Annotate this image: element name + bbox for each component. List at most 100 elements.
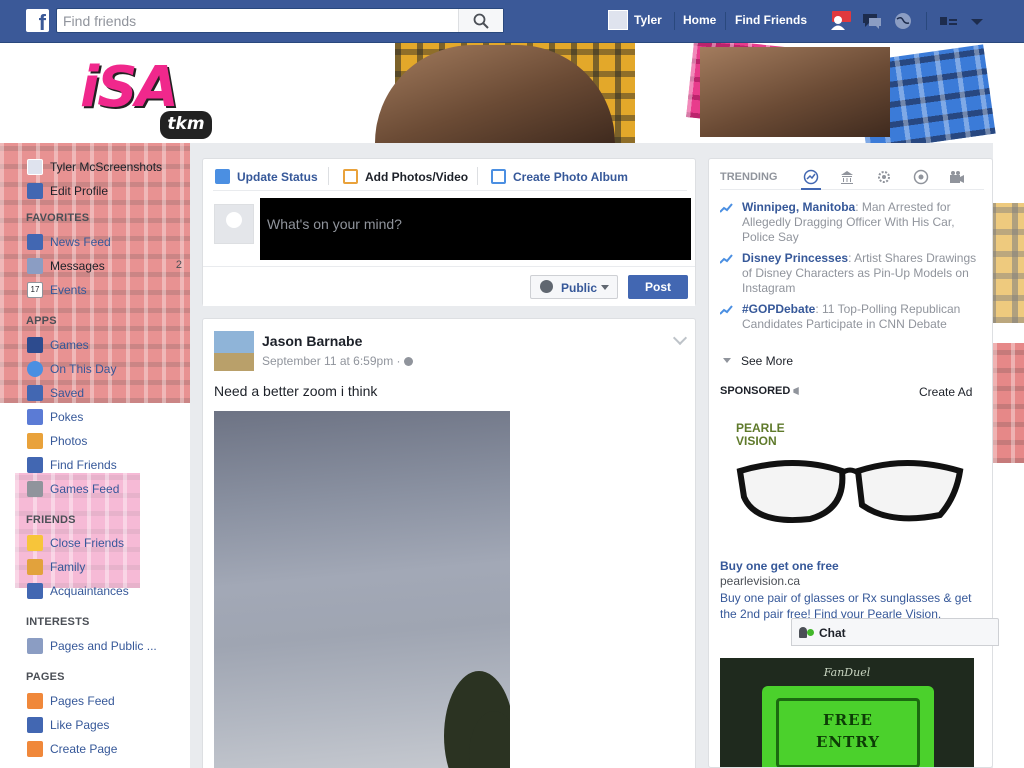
sidebar-item-label: Acquaintances xyxy=(50,584,129,598)
sidebar-item-create-page[interactable]: Create Page xyxy=(27,740,187,758)
sidebar-item-pages-and-public[interactable]: Pages and Public ... xyxy=(27,637,187,655)
science-icon[interactable] xyxy=(876,169,892,185)
author-avatar[interactable] xyxy=(214,331,254,371)
see-more-link[interactable]: See More xyxy=(722,354,794,368)
sidebar-item-messages[interactable]: Messages 2 xyxy=(27,257,187,275)
entertainment-icon[interactable] xyxy=(949,169,965,185)
post-button[interactable]: Post xyxy=(628,275,688,299)
online-status-icon xyxy=(807,629,814,636)
flag-icon xyxy=(27,693,43,709)
post-timestamp[interactable]: September 11 at 6:59pm xyxy=(262,354,393,368)
sidebar-item-label: On This Day xyxy=(50,362,117,376)
ad-image-glasses[interactable]: PEARLE VISION xyxy=(720,408,974,556)
clock-icon xyxy=(27,361,43,377)
cover-photo-group xyxy=(700,47,890,137)
sidebar-item-label: Close Friends xyxy=(50,536,125,550)
sidebar-item-games[interactable]: Games xyxy=(27,336,187,354)
left-navigation: Tyler McScreenshots Edit Profile FAVORIT… xyxy=(0,143,190,768)
calendar-icon: 17 xyxy=(27,282,43,298)
photos-icon xyxy=(27,433,43,449)
sports-icon[interactable] xyxy=(913,169,929,185)
nav-divider xyxy=(725,12,726,30)
politics-icon[interactable] xyxy=(839,169,855,185)
search-button[interactable] xyxy=(458,9,503,32)
composer-footer: Public Post xyxy=(203,266,695,306)
ad-url[interactable]: pearlevision.ca xyxy=(720,574,800,588)
sidebar-item-find-friends[interactable]: Find Friends xyxy=(27,456,187,474)
sidebar-item-profile[interactable]: Tyler McScreenshots xyxy=(27,158,187,176)
people-icon xyxy=(27,583,43,599)
post-text: Need a better zoom i think xyxy=(214,383,378,399)
account-menu-icon[interactable] xyxy=(966,11,988,31)
create-ad-link[interactable]: Create Ad xyxy=(919,385,972,399)
friend-requests-icon[interactable] xyxy=(829,11,851,31)
sidebar-item-games-feed[interactable]: Games Feed xyxy=(27,480,187,498)
sidebar-item-acquaintances[interactable]: Acquaintances xyxy=(27,582,187,600)
sidebar-item-label: Games xyxy=(50,338,89,352)
sidebar-item-family[interactable]: Family xyxy=(27,558,187,576)
chat-tab[interactable]: Chat xyxy=(791,618,999,646)
sidebar-item-photos[interactable]: Photos xyxy=(27,432,187,450)
messages-icon[interactable] xyxy=(861,11,883,31)
audience-label: Public xyxy=(561,281,598,295)
friends-icon xyxy=(27,457,43,473)
public-globe-icon xyxy=(403,357,413,366)
sidebar-item-on-this-day[interactable]: On This Day xyxy=(27,360,187,378)
messages-icon xyxy=(27,258,43,274)
sidebar-item-label: Create Page xyxy=(50,742,118,756)
post-photo[interactable] xyxy=(214,411,510,768)
trending-topic[interactable]: Winnipeg, Manitoba xyxy=(742,200,855,214)
sidebar-item-pages-feed[interactable]: Pages Feed xyxy=(27,692,187,710)
pearle-vision-logo: PEARLE VISION xyxy=(736,421,785,448)
ad-image-fanduel[interactable]: FanDuel FREE ENTRY xyxy=(720,658,974,767)
sidebar-item-label: Saved xyxy=(50,386,85,400)
sidebar-item-news-feed[interactable]: News Feed xyxy=(27,233,187,251)
nav-find-friends-link[interactable]: Find Friends xyxy=(735,13,807,27)
thumbs-up-icon xyxy=(27,717,43,733)
sidebar-item-label: Tyler McScreenshots xyxy=(50,160,163,174)
nav-home-link[interactable]: Home xyxy=(683,13,716,27)
section-heading-friends: FRIENDS xyxy=(26,514,76,526)
ticket-graphic: FREE ENTRY xyxy=(762,686,934,767)
tab-label: Add Photos/Video xyxy=(365,170,469,184)
plus-icon xyxy=(27,741,43,757)
top-bar: f Tyler Home Find Friends xyxy=(0,0,1024,43)
audience-selector[interactable]: Public xyxy=(530,275,618,299)
notifications-icon[interactable] xyxy=(892,11,914,31)
sidebar-item-saved[interactable]: Saved xyxy=(27,384,187,402)
composer-divider xyxy=(213,190,687,191)
trending-topic[interactable]: Disney Princesses xyxy=(742,251,848,265)
cover-logo-sub: tkm xyxy=(160,111,212,139)
user-avatar[interactable] xyxy=(608,10,628,30)
tab-label: Update Status xyxy=(237,170,318,184)
privacy-icon[interactable] xyxy=(938,11,960,31)
tab-label: Create Photo Album xyxy=(513,170,628,184)
facebook-logo-icon[interactable]: f xyxy=(26,9,49,32)
sidebar-item-pokes[interactable]: Pokes xyxy=(27,408,187,426)
search-input[interactable] xyxy=(57,9,459,32)
cover-logo: iSA xyxy=(80,55,179,120)
sidebar-item-label: News Feed xyxy=(50,235,111,249)
sidebar-item-close-friends[interactable]: Close Friends xyxy=(27,534,187,552)
nav-profile-link[interactable]: Tyler xyxy=(634,13,662,27)
trend-arrow-icon xyxy=(720,254,733,264)
sidebar-item-events[interactable]: 17 Events xyxy=(27,281,187,299)
avatar xyxy=(27,159,43,175)
trending-icon[interactable] xyxy=(803,169,819,185)
ad-title[interactable]: Buy one get one free xyxy=(720,559,839,573)
section-heading-interests: INTERESTS xyxy=(26,616,90,628)
feed-post: Jason Barnabe September 11 at 6:59pm · N… xyxy=(202,318,696,768)
megaphone-icon xyxy=(793,387,799,395)
pencil-icon xyxy=(215,169,230,184)
post-author[interactable]: Jason Barnabe xyxy=(262,333,362,349)
see-more-label: See More xyxy=(741,354,794,368)
trending-topic[interactable]: #GOPDebate xyxy=(742,302,815,316)
status-input[interactable]: What's on your mind? xyxy=(260,198,691,260)
section-heading-favorites: FAVORITES xyxy=(26,212,90,224)
sidebar-item-edit-profile[interactable]: Edit Profile xyxy=(27,182,187,200)
sidebar-item-like-pages[interactable]: Like Pages xyxy=(27,716,187,734)
post-options-chevron-icon[interactable] xyxy=(672,330,688,346)
nav-divider xyxy=(674,12,675,30)
poke-icon xyxy=(27,409,43,425)
sidebar-item-label: Family xyxy=(50,560,86,574)
